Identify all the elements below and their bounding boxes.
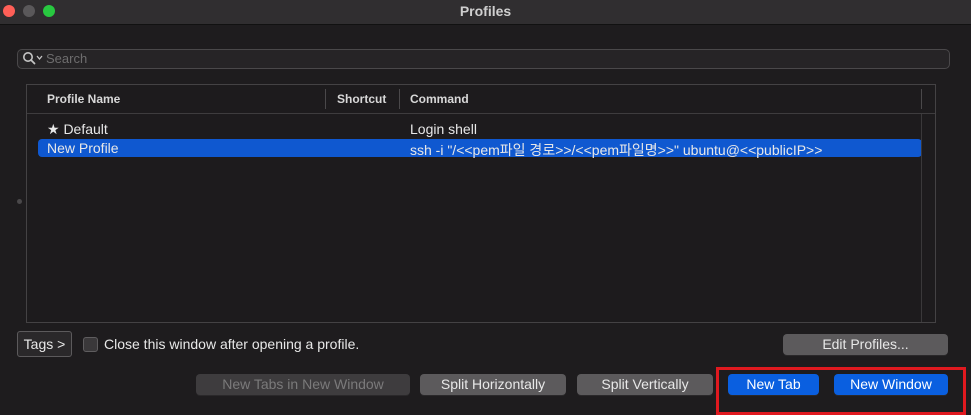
column-header-command[interactable]: Command xyxy=(410,92,469,106)
split-vertically-button[interactable]: Split Vertically xyxy=(577,374,713,395)
vertical-scrollbar[interactable] xyxy=(921,114,922,322)
window-titlebar: Profiles xyxy=(0,0,971,25)
profile-name-cell: New Profile xyxy=(47,140,119,156)
column-header-shortcut[interactable]: Shortcut xyxy=(337,92,386,106)
column-divider[interactable] xyxy=(325,89,326,109)
close-window-checkbox-label[interactable]: Close this window after opening a profil… xyxy=(104,336,359,352)
profiles-table: Profile Name Shortcut Command ★ Default … xyxy=(26,84,936,323)
table-row[interactable]: ★ Default Login shell xyxy=(38,120,922,138)
tags-button[interactable]: Tags > xyxy=(17,331,72,357)
column-header-profile-name[interactable]: Profile Name xyxy=(47,92,120,106)
search-input[interactable] xyxy=(46,51,926,66)
column-divider[interactable] xyxy=(399,89,400,109)
sidebar-drag-handle[interactable] xyxy=(17,199,22,204)
command-cell: Login shell xyxy=(410,121,477,137)
table-header: Profile Name Shortcut Command xyxy=(27,85,935,114)
split-horizontally-button[interactable]: Split Horizontally xyxy=(420,374,566,395)
edit-profiles-button[interactable]: Edit Profiles... xyxy=(783,334,948,355)
annotation-highlight-box xyxy=(716,367,966,415)
search-field[interactable] xyxy=(17,49,950,69)
window-title: Profiles xyxy=(459,3,512,19)
command-cell: ssh -i "/<<pem파일 경로>>/<<pem파일명>>" ubuntu… xyxy=(410,142,823,158)
table-row-selected[interactable]: New Profile ssh -i "/<<pem파일 경로>>/<<pem파… xyxy=(38,139,922,158)
column-divider[interactable] xyxy=(921,89,922,109)
new-tabs-in-new-window-button[interactable]: New Tabs in New Window xyxy=(196,374,410,395)
search-icon[interactable] xyxy=(22,51,44,68)
close-window-checkbox[interactable] xyxy=(83,337,98,352)
profile-name-cell: ★ Default xyxy=(47,121,108,137)
